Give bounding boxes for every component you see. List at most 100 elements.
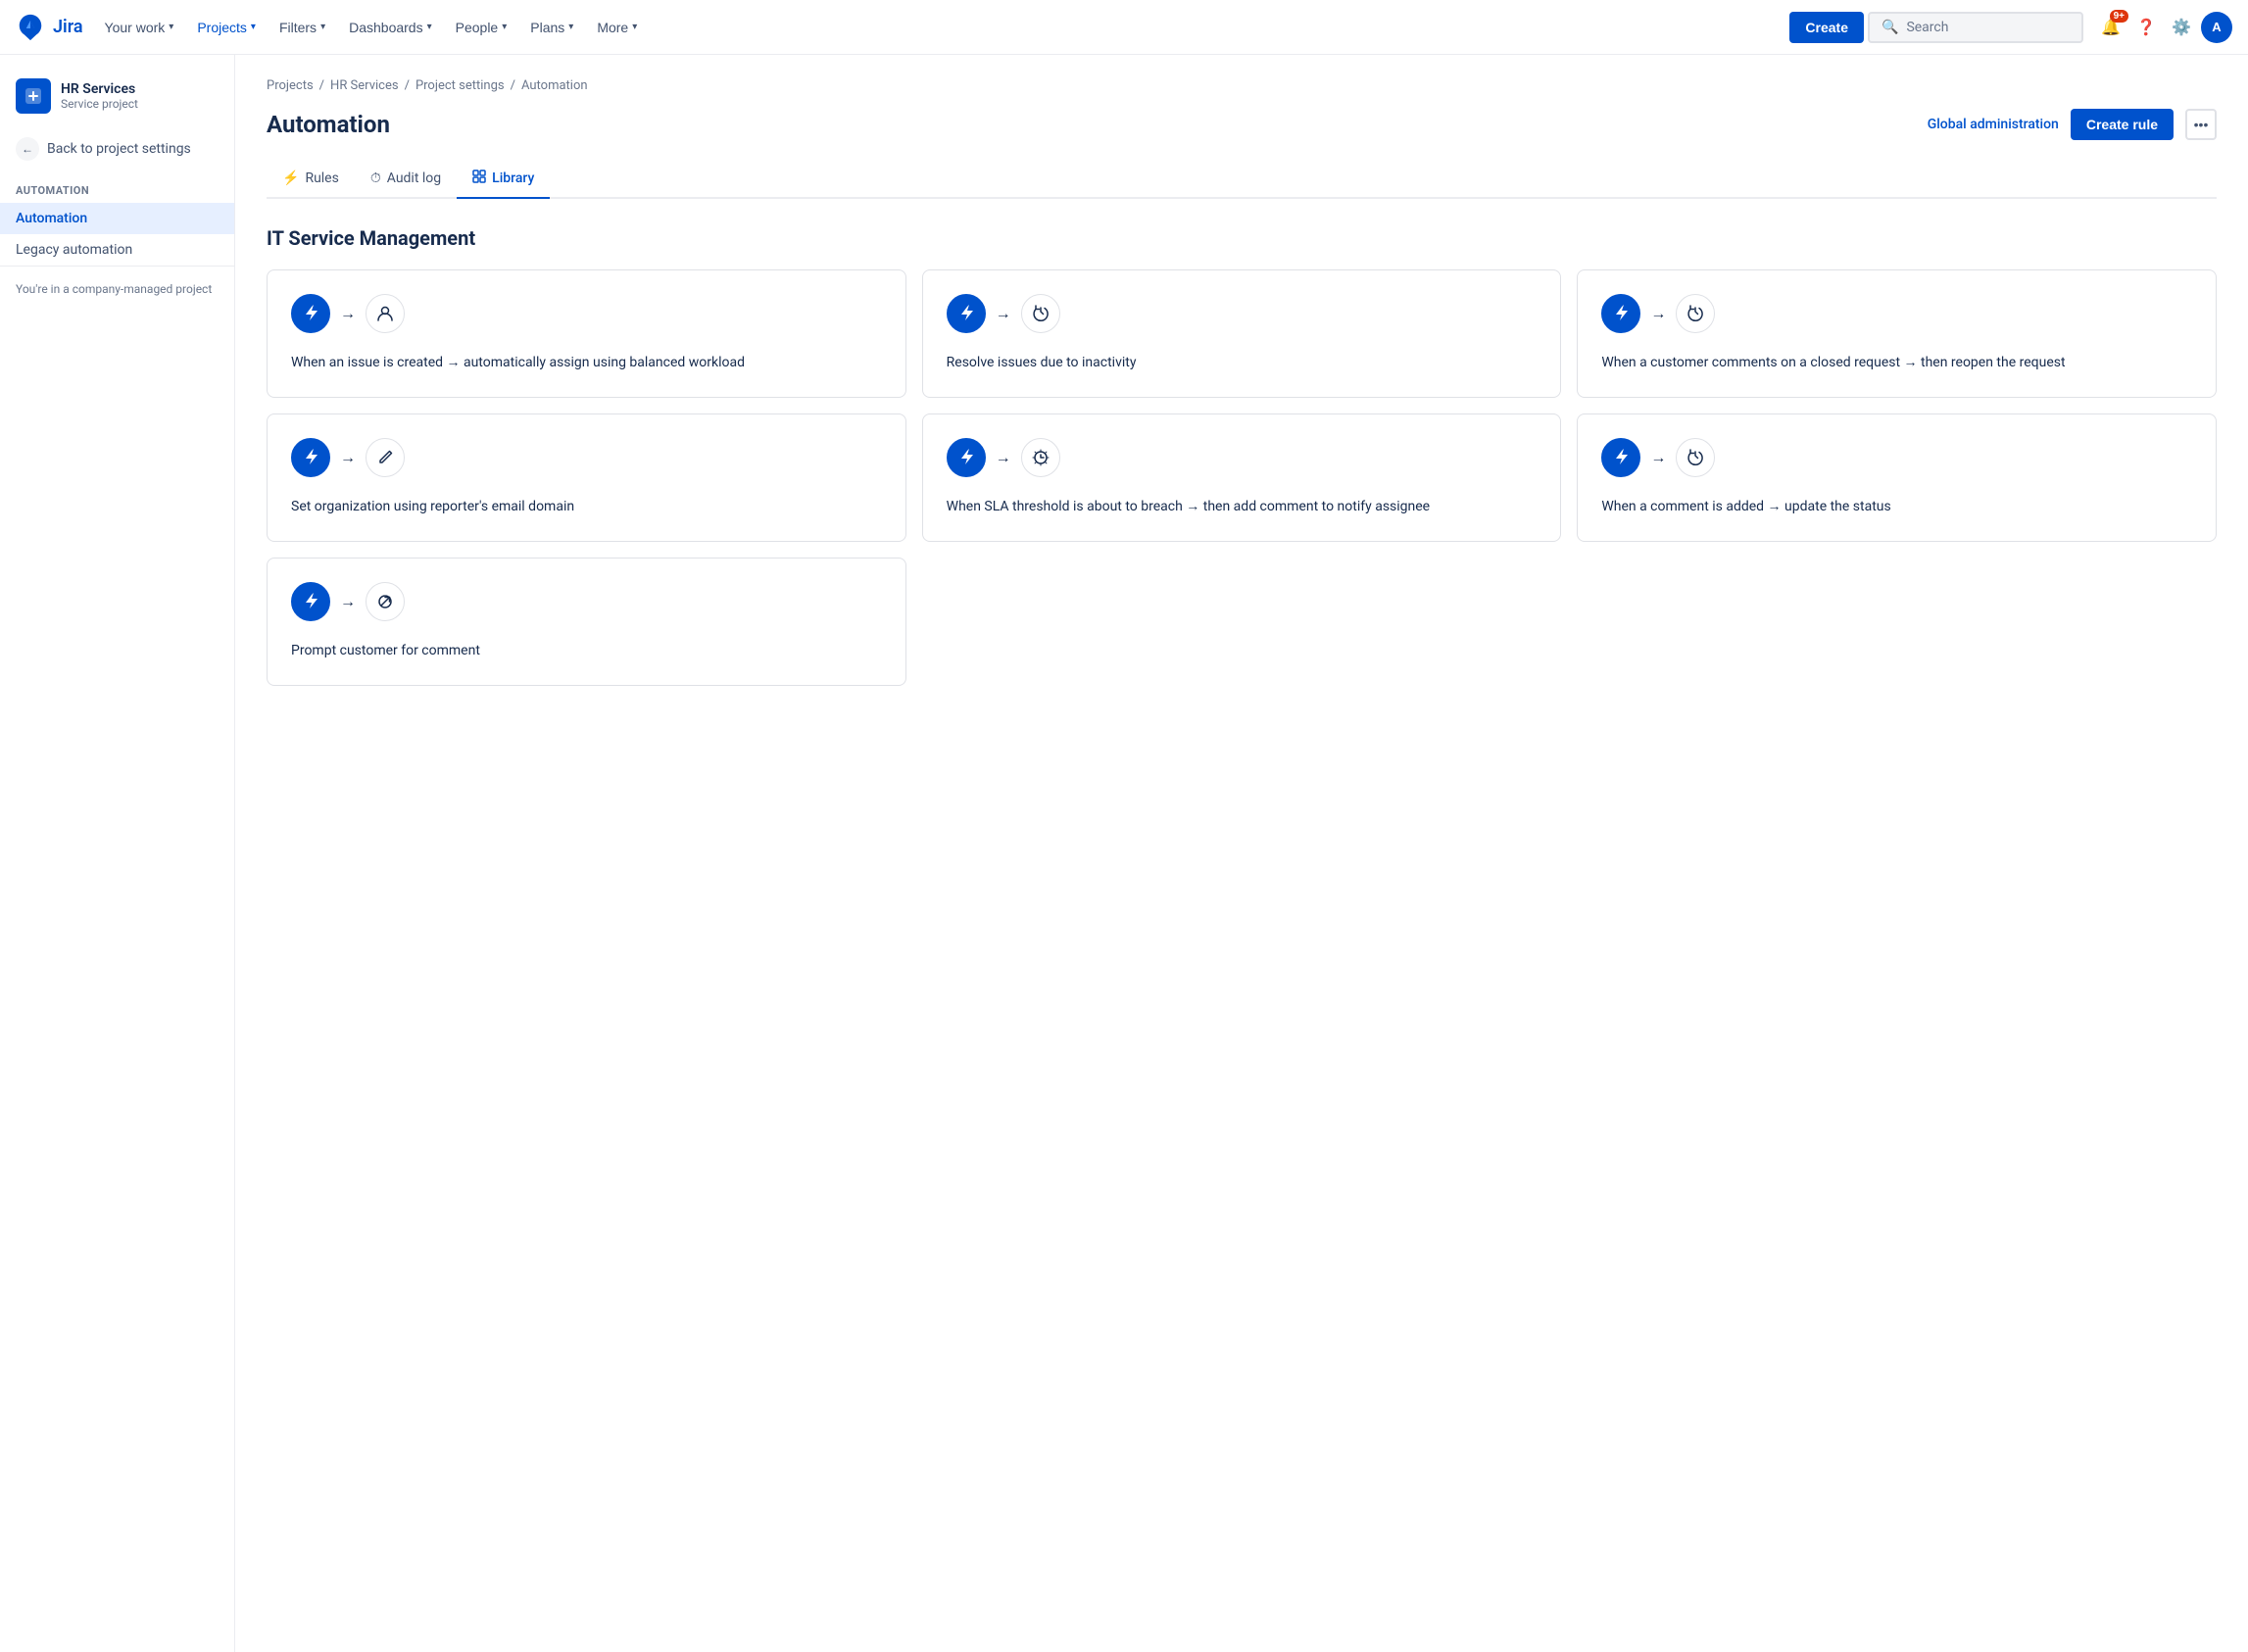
card-reopen-request[interactable]: → When a customer comments on a closed r… [1577,269,2217,398]
user-avatar[interactable]: A [2201,12,2232,43]
card-title: Resolve issues due to inactivity [947,353,1538,373]
breadcrumb: Projects / HR Services / Project setting… [267,78,2217,93]
card-icons: → [947,438,1538,477]
help-button[interactable]: ❓ [2130,12,2162,43]
card-icons: → [1601,294,2192,333]
action-icon [1676,438,1715,477]
trigger-icon [291,438,330,477]
avatar-icon: A [2212,20,2221,34]
search-box[interactable]: 🔍 Search [1868,12,2083,43]
nav-filters[interactable]: Filters ▾ [269,14,335,41]
card-prompt-customer[interactable]: → Prompt customer for comment [267,558,906,686]
chevron-down-icon: ▾ [502,22,507,32]
card-sla-notify[interactable]: → When SLA threshold is about to breach … [922,413,1562,542]
card-title: When a customer comments on a closed req… [1601,353,2192,373]
trigger-icon [291,294,330,333]
nav-your-work[interactable]: Your work ▾ [95,14,184,41]
nav-people[interactable]: People ▾ [446,14,517,41]
nav-projects[interactable]: Projects ▾ [187,14,266,41]
back-arrow-icon: ← [16,137,39,161]
card-icons: → [291,438,882,477]
section-title: IT Service Management [267,226,2217,250]
arrow-icon: → [996,448,1011,467]
action-icon [366,294,405,333]
tab-rules[interactable]: ⚡ Rules [267,160,355,199]
global-administration-link[interactable]: Global administration [1928,117,2059,132]
action-icon [366,438,405,477]
bolt-icon: ⚡ [282,170,299,186]
question-icon: ❓ [2136,18,2156,37]
create-button[interactable]: Create [1789,12,1864,43]
card-icons: → [1601,438,2192,477]
main-content: Projects / HR Services / Project setting… [235,55,2248,1652]
search-icon: 🔍 [1881,20,1898,35]
project-icon [16,78,51,114]
gear-icon: ⚙️ [2172,18,2191,37]
trigger-icon [947,438,986,477]
card-auto-assign[interactable]: → When an issue is created → automatical… [267,269,906,398]
card-resolve-inactivity[interactable]: → Resolve issues due to inactivity [922,269,1562,398]
card-icons: → [291,582,882,621]
project-info: HR Services Service project [61,81,138,111]
page-header: Automation Global administration Create … [267,109,2217,140]
chevron-down-icon: ▾ [427,22,432,32]
breadcrumb-project-settings[interactable]: Project settings [415,78,505,93]
arrow-icon: → [340,304,356,323]
nav-plans[interactable]: Plans ▾ [520,14,583,41]
nav-more[interactable]: More ▾ [587,14,647,41]
clock-icon: ⏱ [370,170,381,186]
action-icon [366,582,405,621]
logo-text: Jira [53,17,83,37]
chevron-down-icon: ▾ [320,22,325,32]
card-title: Set organization using reporter's email … [291,497,882,517]
project-type: Service project [61,97,138,111]
page-title: Automation [267,111,390,138]
trigger-icon [947,294,986,333]
sidebar: HR Services Service project ← Back to pr… [0,55,235,1652]
card-icons: → [947,294,1538,333]
arrow-icon: → [340,592,356,611]
chevron-down-icon: ▾ [632,22,637,32]
settings-button[interactable]: ⚙️ [2166,12,2197,43]
topnav-icons: 🔔 9+ ❓ ⚙️ A [2095,12,2232,43]
back-to-project-settings[interactable]: ← Back to project settings [0,129,234,169]
card-icons: → [291,294,882,333]
chevron-down-icon: ▾ [251,22,256,32]
card-comment-update-status[interactable]: → When a comment is added → update the s… [1577,413,2217,542]
nav-dashboards[interactable]: Dashboards ▾ [339,14,442,41]
tab-library[interactable]: Library [457,160,550,199]
card-title: When an issue is created → automatically… [291,353,882,373]
card-title: When a comment is added → update the sta… [1601,497,2192,517]
create-rule-button[interactable]: Create rule [2071,109,2174,140]
breadcrumb-hr-services[interactable]: HR Services [330,78,399,93]
sidebar-item-legacy-automation[interactable]: Legacy automation [0,234,234,266]
action-icon [1021,438,1060,477]
action-icon [1676,294,1715,333]
action-icon [1021,294,1060,333]
breadcrumb-projects[interactable]: Projects [267,78,314,93]
sidebar-item-automation[interactable]: Automation [0,203,234,234]
library-icon [472,170,486,187]
breadcrumb-sep-1: / [319,78,324,93]
breadcrumb-automation[interactable]: Automation [521,78,588,93]
notifications-button[interactable]: 🔔 9+ [2095,12,2126,43]
sidebar-section-label: AUTOMATION [0,169,234,203]
trigger-icon [1601,438,1640,477]
notification-badge: 9+ [2110,10,2128,23]
chevron-down-icon: ▾ [568,22,573,32]
arrow-icon: → [340,448,356,467]
page-layout: HR Services Service project ← Back to pr… [0,55,2248,1652]
tab-audit-log[interactable]: ⏱ Audit log [355,160,457,199]
more-options-button[interactable]: ••• [2185,109,2217,140]
breadcrumb-sep-3: / [511,78,515,93]
ellipsis-icon: ••• [2194,117,2209,132]
card-set-organization[interactable]: → Set organization using reporter's emai… [267,413,906,542]
arrow-icon: → [1650,304,1666,323]
arrow-icon: → [1650,448,1666,467]
logo[interactable]: Jira [16,13,83,42]
project-name: HR Services [61,81,138,97]
sidebar-footer: You're in a company-managed project [0,266,234,312]
card-title: Prompt customer for comment [291,641,882,661]
cards-grid: → When an issue is created → automatical… [267,269,2217,686]
tabs: ⚡ Rules ⏱ Audit log Library [267,160,2217,199]
